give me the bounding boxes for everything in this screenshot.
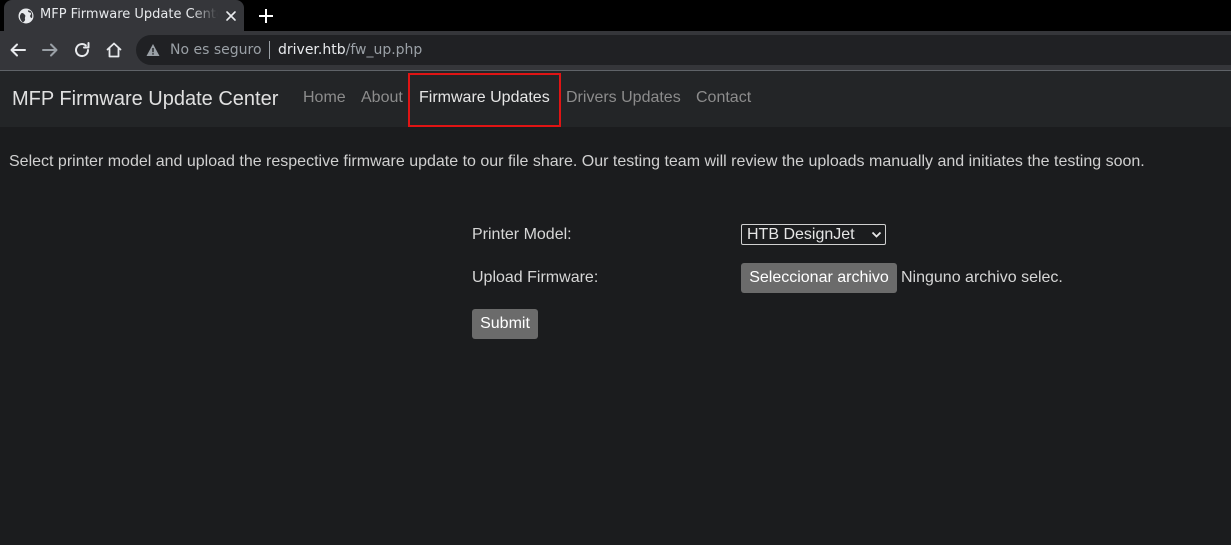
printer-model-value: HTB DesignJet	[747, 226, 855, 243]
choose-file-button[interactable]: Seleccionar archivo	[741, 263, 897, 293]
browser-tab[interactable]: MFP Firmware Update Center	[4, 0, 244, 31]
security-status-label[interactable]: No es seguro	[170, 42, 262, 58]
home-icon[interactable]	[105, 41, 123, 59]
web-page: MFP Firmware Update Center Home About Fi…	[0, 71, 1231, 545]
globe-icon	[18, 8, 34, 24]
printer-model-select[interactable]: HTB DesignJet	[741, 224, 886, 245]
back-arrow-icon[interactable]	[9, 41, 27, 59]
nav-contact[interactable]: Contact	[696, 89, 751, 107]
new-tab-plus-icon[interactable]	[256, 6, 276, 26]
intro-text: Select printer model and upload the resp…	[9, 153, 1145, 170]
omnibox-divider	[269, 41, 270, 59]
printer-model-label: Printer Model:	[472, 226, 572, 243]
upload-firmware-label: Upload Firmware:	[472, 269, 599, 286]
url-path: /fw_up.php	[345, 42, 423, 58]
close-icon[interactable]	[222, 7, 240, 25]
warning-icon[interactable]	[146, 43, 160, 57]
address-bar[interactable]: No es seguro driver.htb/fw_up.php	[136, 35, 1231, 65]
nav-home[interactable]: Home	[303, 89, 346, 107]
site-brand[interactable]: MFP Firmware Update Center	[12, 88, 278, 111]
reload-icon[interactable]	[73, 41, 91, 59]
file-status-text: Ninguno archivo selec.	[901, 269, 1063, 286]
site-navbar: MFP Firmware Update Center Home About Fi…	[0, 71, 1231, 127]
url-host: driver.htb	[278, 42, 346, 58]
url-text[interactable]: driver.htb/fw_up.php	[278, 42, 422, 58]
tab-title: MFP Firmware Update Center	[40, 7, 218, 22]
submit-button[interactable]: Submit	[472, 309, 538, 339]
nav-drivers-updates[interactable]: Drivers Updates	[566, 89, 681, 107]
browser-tab-strip: MFP Firmware Update Center	[0, 0, 1231, 31]
highlight-annotation-box	[408, 73, 561, 127]
forward-arrow-icon[interactable]	[41, 41, 59, 59]
nav-about[interactable]: About	[361, 89, 403, 107]
browser-toolbar: No es seguro driver.htb/fw_up.php	[0, 31, 1231, 70]
chevron-down-icon	[871, 231, 882, 238]
